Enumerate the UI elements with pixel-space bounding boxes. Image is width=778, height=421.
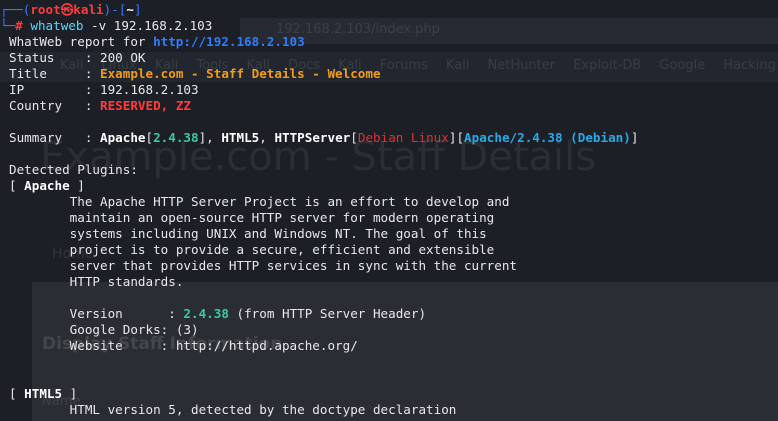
plugin-apache-desc-text: project is to provide a secure, efficien… — [69, 242, 495, 257]
plugin-apache-version-label: Version : — [69, 306, 184, 321]
title-value: Example.com - Staff Details - Welcome — [100, 66, 381, 81]
report-header-label: WhatWeb report for — [9, 34, 154, 49]
country-value: RESERVED, ZZ — [100, 98, 191, 113]
prompt-hash: # — [15, 18, 23, 33]
plugin-html5-name: HTML5 — [24, 386, 63, 401]
summary-label: Summary : — [9, 130, 100, 145]
plugin-apache-desc-text: maintain an open-source HTTP server for … — [69, 210, 495, 225]
plugin-apache-desc-line: HTTP standards. — [9, 274, 778, 290]
plugin-html5-header: [ HTML5 ] — [9, 386, 78, 401]
title-label: Title : — [9, 66, 100, 81]
report-url: http://192.168.2.103 — [153, 34, 305, 49]
plugin-html5-desc-line: HTML version 5, detected by the doctype … — [9, 402, 778, 418]
status-row: Status : 200 OK — [9, 50, 778, 66]
status-value: 200 OK — [100, 50, 146, 65]
summary-httpserver: HTTPServer — [274, 130, 351, 145]
title-row: Title : Example.com - Staff Details - We… — [9, 66, 778, 82]
plugin-apache-dorks: (3) — [175, 322, 199, 337]
plugin-apache-version-row: Version : 2.4.38 (from HTTP Server Heade… — [9, 306, 778, 322]
plugin-apache-desc-line: maintain an open-source HTTP server for … — [9, 210, 778, 226]
plugin-apache-dorks-label: Google Dorks: — [69, 322, 176, 337]
command-line: └─# whatweb -v 192.168.2.103 — [0, 18, 778, 34]
plugin-apache-desc-line: server that provides HTTP services in sy… — [9, 258, 778, 274]
prompt-user: root — [30, 2, 61, 17]
summary-row: Summary : Apache[2.4.38], HTML5, HTTPSer… — [9, 130, 639, 145]
plugin-apache-website: http://httpd.apache.org/ — [175, 338, 358, 353]
command-name: whatweb — [30, 18, 84, 33]
plugins-heading: Detected Plugins: — [9, 162, 138, 177]
country-label: Country : — [9, 98, 100, 113]
report-header: WhatWeb report for http://192.168.2.103 — [9, 34, 778, 50]
plugin-apache-website-label: Website : — [69, 338, 176, 353]
plugin-apache-website-row: Website : http://httpd.apache.org/ — [9, 338, 778, 354]
plugin-apache-desc-line: project is to provide a secure, efficien… — [9, 242, 778, 258]
summary-apache-version: 2.4.38 — [153, 130, 199, 145]
prompt-at-symbol: ㉿ — [60, 2, 74, 17]
status-label: Status : — [9, 50, 100, 65]
prompt-line2: └─ — [0, 18, 16, 33]
prompt-line: ┌──(root㉿kali)-[~] — [0, 2, 778, 18]
prompt-frame-mid: )-[ — [103, 2, 127, 17]
summary-server-string: Apache/2.4.38 (Debian) — [464, 130, 631, 145]
ip-value: 192.168.2.103 — [100, 82, 199, 97]
terminal-output[interactable]: ┌──(root㉿kali)-[~] └─# whatweb -v 192.16… — [0, 2, 778, 418]
plugin-apache-desc-text: systems including UNIX and Windows NT. T… — [69, 226, 487, 241]
plugin-apache-version: 2.4.38 — [183, 306, 229, 321]
plugin-apache-desc-line: systems including UNIX and Windows NT. T… — [9, 226, 778, 242]
plugin-apache-desc-text: HTTP standards. — [69, 274, 184, 289]
country-row: Country : RESERVED, ZZ — [9, 98, 778, 114]
summary-os: Debian Linux — [357, 130, 449, 145]
command-args: -v 192.168.2.103 — [83, 18, 213, 33]
plugin-html5-desc: HTML version 5, detected by the doctype … — [69, 402, 457, 417]
plugin-apache-desc-text: The Apache HTTP Server Project is an eff… — [69, 194, 510, 209]
prompt-host: kali — [73, 2, 104, 17]
ip-row: IP : 192.168.2.103 — [9, 82, 778, 98]
ip-label: IP : — [9, 82, 100, 97]
summary-html5: HTML5 — [221, 130, 260, 145]
plugin-apache-desc-line: The Apache HTTP Server Project is an eff… — [9, 194, 778, 210]
prompt-frame-end: ] — [133, 2, 142, 17]
plugin-apache-version-note: (from HTTP Server Header) — [228, 306, 427, 321]
plugin-apache-desc-text: server that provides HTTP services in sy… — [69, 258, 518, 273]
prompt-dir: ~ — [126, 2, 134, 17]
plugin-apache-header: [ Apache ] — [9, 178, 85, 193]
plugin-apache-dorks-row: Google Dorks: (3) — [9, 322, 778, 338]
prompt-frame-start: ┌──( — [0, 2, 31, 17]
summary-apache: Apache — [100, 130, 146, 145]
plugin-apache-name: Apache — [24, 178, 70, 193]
